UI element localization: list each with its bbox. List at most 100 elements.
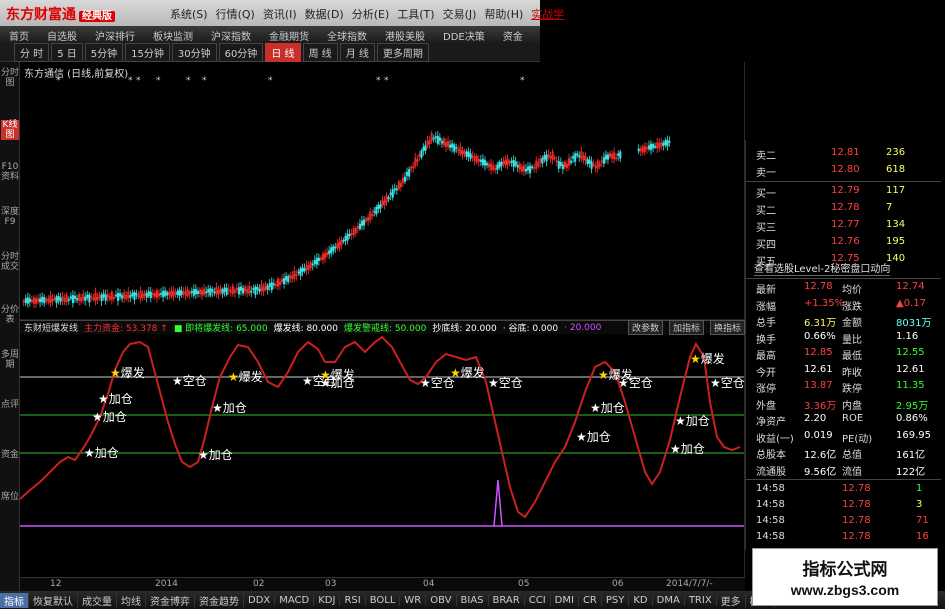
indicator-tab[interactable]: 更多 [717,592,746,608]
stat-value: 169.95 [896,429,931,441]
level2-link[interactable]: 查看选股Level-2秘密盘口动向 [754,260,891,276]
nav-item[interactable]: 全球指数 [318,28,376,43]
stat-value: 12.61 [804,363,833,375]
left-tab[interactable]: K线图 [1,120,19,140]
candle-body [588,159,591,164]
indicator-button[interactable]: 加指标 [668,320,704,335]
period-tab[interactable]: 周 线 [302,43,338,62]
indicator-tab[interactable]: TRIX [685,594,717,606]
stat-value: 0.019 [804,429,833,441]
nav-item[interactable]: DDE决策 [434,28,494,43]
nav-item[interactable]: 港股美股 [376,28,434,43]
left-tab[interactable]: 深度F9 [1,207,19,227]
period-tab[interactable]: 30分钟 [171,43,217,62]
period-tab[interactable]: 更多周期 [376,43,429,62]
indicator-tab[interactable]: 恢复默认 [29,592,78,608]
left-tab[interactable]: 分价表 [1,305,19,325]
candle-body [194,289,197,295]
indicator-value: ■ 即将爆发线: 65.000 [173,324,268,334]
period-tab[interactable]: 5 日 [51,43,83,62]
indicator-tab[interactable]: WR [400,594,427,606]
signal-text: 加仓 [685,414,710,428]
candle-body [432,137,435,140]
nav-item[interactable]: 板块监测 [144,28,202,43]
candle-body [117,292,120,301]
period-tab[interactable]: 月 线 [339,43,375,62]
logo-text: 东方财富通 [6,7,76,23]
indicator-button[interactable]: 换指标 [709,320,745,335]
indicator-tab[interactable]: 资金趋势 [195,592,244,608]
indicator-tab[interactable]: 指标 [0,592,29,608]
nav-item[interactable]: 金融期货 [260,28,318,43]
candle-body [287,276,290,283]
nav-item[interactable]: 沪深指数 [202,28,260,43]
order-volume: 7 [886,202,893,213]
tick-time: 14:58 [756,483,785,494]
indicator-tab[interactable]: DMI [551,594,579,606]
candle-body [483,160,487,166]
candle-body [393,188,396,191]
candle-body [84,296,87,301]
left-tab[interactable]: 资金 [1,450,19,460]
signal-label: ★加仓 [675,412,710,429]
indicator-tab[interactable]: DDX [244,594,276,606]
nav-item[interactable]: 首页 [0,28,38,43]
period-tab[interactable]: 5分钟 [84,43,124,62]
signal-label: ★加仓 [212,399,247,416]
left-tab[interactable]: 分时图 [1,68,19,88]
order-price: 12.78 [831,202,860,213]
nav-item[interactable]: 资金 [494,28,532,43]
menu-item[interactable]: 数据(D) [305,6,344,22]
left-tab[interactable]: F10资料 [1,162,19,182]
candle-body [524,168,528,172]
indicator-tab[interactable]: RSI [340,594,366,606]
period-tab[interactable]: 15分钟 [125,43,170,62]
signal-label: ★爆发 [110,364,145,381]
indicator-tab[interactable]: 均线 [117,592,146,608]
period-tab[interactable]: 日 线 [265,43,301,62]
tick-time: 14:58 [756,515,785,526]
indicator-tab[interactable]: KDJ [314,594,341,606]
menu-item[interactable]: 行情(Q) [216,6,255,22]
menu-item[interactable]: 系统(S) [170,6,208,22]
star-icon: ★ [302,374,313,388]
indicator-tab[interactable]: 资金博弈 [146,592,195,608]
indicator-tab[interactable]: BOLL [366,594,401,606]
period-tab[interactable]: 分 时 [14,43,50,62]
stat-value: 12.74 [896,281,925,292]
nav-item[interactable]: 沪深排行 [86,28,144,43]
stat-value: 161亿 [896,450,926,461]
candle-body [166,292,169,296]
indicator-tab[interactable]: CR [579,594,602,606]
period-tab[interactable]: 60分钟 [218,43,264,62]
indicator-tab[interactable]: 成交量 [78,592,117,608]
left-tab[interactable]: 多周期 [1,350,19,370]
indicator-tab[interactable]: PSY [602,594,630,606]
indicator-button[interactable]: 改参数 [627,320,663,335]
menu-item[interactable]: 交易(J) [443,6,477,22]
left-tab[interactable]: 分时成交 [1,252,19,272]
candle-body [147,291,150,297]
menu-item[interactable]: 帮助(H) [484,6,523,22]
candle-body [420,150,423,158]
signal-label: ★爆发 [690,350,725,367]
candle-body [465,151,468,157]
menu-item[interactable]: 实战学 [531,6,564,22]
nav-item[interactable]: 自选股 [38,28,86,43]
indicator-tab[interactable]: KD [629,594,653,606]
indicator-tab[interactable]: CCI [525,594,551,606]
indicator-tab[interactable]: BIAS [457,594,489,606]
stat-value: 122亿 [896,466,926,478]
indicator-tab[interactable]: MACD [275,594,315,606]
indicator-tab[interactable]: DMA [653,594,685,606]
left-tab[interactable]: 点评 [1,400,19,410]
star-icon: ★ [92,410,103,424]
signal-label: ★加仓 [590,399,625,416]
menu-item[interactable]: 分析(E) [352,6,390,22]
left-tab[interactable]: 席位 [1,492,19,502]
divider [746,278,941,279]
indicator-tab[interactable]: BRAR [489,594,525,606]
menu-item[interactable]: 资讯(I) [263,6,297,22]
menu-item[interactable]: 工具(T) [397,6,434,22]
indicator-tab[interactable]: OBV [426,594,457,606]
